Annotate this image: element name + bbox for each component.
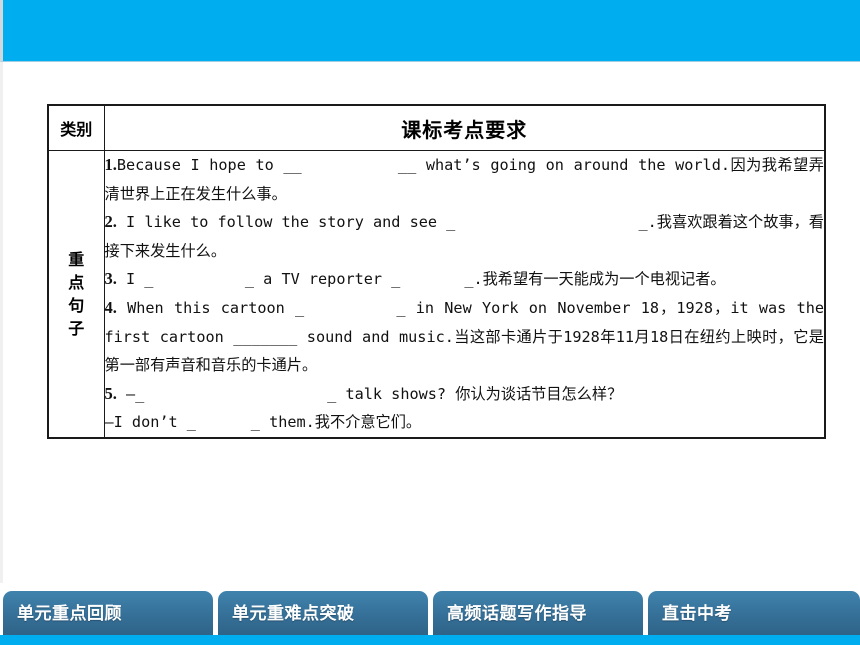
sentence-item-4: 4. When this cartoon _ _ in New York on …: [105, 294, 825, 380]
sentence-number-1: 1.: [104, 155, 117, 174]
row-requirement-content: 1.Because I hope to __ __ what’s going o…: [103, 149, 826, 439]
sentence-item-3: 3. I _ _ a TV reporter _ _.我希望有一天能成为一个电视…: [105, 265, 825, 294]
category-char-1: 重: [68, 249, 85, 269]
sentence-text-2: I like to follow the story and see _ _.我…: [104, 213, 825, 260]
sentence-number-4: 4.: [104, 297, 117, 317]
sentence-text-3: I _ _ a TV reporter _ _.我希望有一天能成为一个电视记者。: [116, 270, 726, 289]
table-header-category: 类别: [47, 104, 105, 151]
sentence-text-4: When this cartoon _ _ in New York on Nov…: [104, 298, 834, 375]
table-header-requirement: 课标考点要求: [103, 104, 826, 151]
category-char-4: 子: [68, 318, 85, 338]
sentence-text-5: —_ _ talk shows? 你认为谈话节目怎么样？ —I don’t _ …: [104, 384, 623, 432]
table-header-row: 类别 课标考点要求: [47, 104, 826, 151]
category-char-2: 点: [68, 272, 85, 292]
tab-exam-focus[interactable]: 直击中考: [648, 591, 860, 637]
knowledge-points-table: 类别 课标考点要求 重 点 句 子 1.Because I hope to __…: [47, 104, 826, 439]
sentence-number-3: 3.: [104, 269, 117, 289]
tab-writing-guidance[interactable]: 高频话题写作指导: [433, 591, 643, 637]
top-blue-banner: [0, 0, 860, 62]
tab-unit-difficulties[interactable]: 单元重难点突破: [218, 591, 428, 637]
bottom-tab-bar: 单元重点回顾 单元重难点突破 高频话题写作指导 直击中考: [0, 583, 860, 645]
tab-list: 单元重点回顾 单元重难点突破 高频话题写作指导 直击中考: [0, 591, 860, 637]
bottom-blue-strip: [0, 635, 860, 645]
category-char-3: 句: [68, 295, 85, 315]
row-category-label: 重 点 句 子: [47, 149, 105, 439]
table-row: 重 点 句 子 1.Because I hope to __ __ what’s…: [47, 149, 826, 439]
sentence-number-2: 2.: [104, 212, 117, 232]
sentence-item-1: 1.Because I hope to __ __ what’s going o…: [105, 151, 825, 208]
sentence-number-5: 5.: [104, 383, 117, 403]
tab-unit-key-review[interactable]: 单元重点回顾: [3, 591, 213, 637]
sentence-text-1: Because I hope to __ __ what’s going on …: [104, 156, 825, 203]
sentence-item-5: 5. —_ _ talk shows? 你认为谈话节目怎么样？ —I don’t…: [105, 380, 825, 437]
sentence-item-2: 2. I like to follow the story and see _ …: [105, 208, 825, 265]
